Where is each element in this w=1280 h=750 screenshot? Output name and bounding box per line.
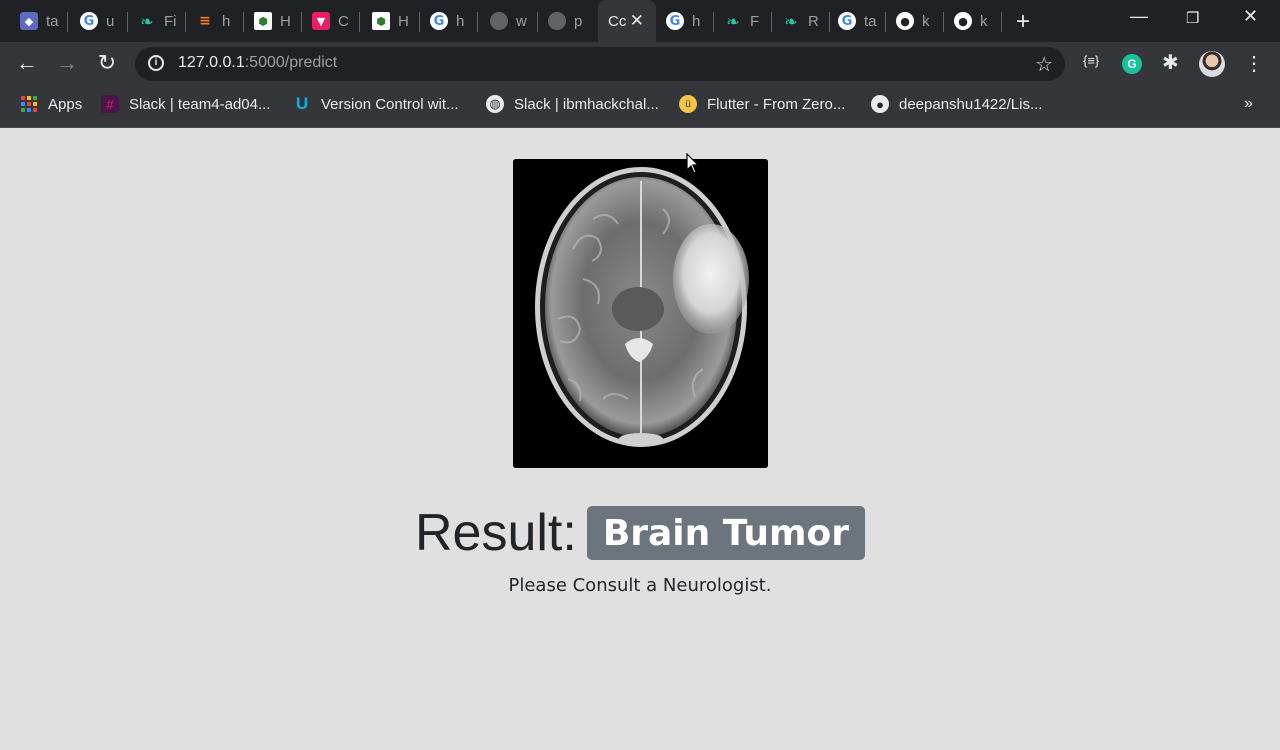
tab-title: u [106, 12, 115, 30]
tab-title: R [808, 12, 819, 30]
tab-11[interactable]: Gh [656, 0, 714, 42]
bookmark-label: Apps [48, 95, 83, 113]
google-icon: G [430, 12, 448, 30]
globe-icon [490, 12, 508, 30]
tab-title: Fi [164, 12, 177, 30]
globe-icon: ◍ [486, 95, 504, 113]
tab-3[interactable]: ≡ h [186, 0, 244, 42]
close-window-icon[interactable]: ✕ [1243, 6, 1258, 27]
json-viewer-extension-icon[interactable]: {≡} [1083, 53, 1099, 68]
bookmark-label: Flutter - From Zero... [707, 95, 846, 113]
bookmark-github-repo[interactable]: ● deepanshu1422/Lis... [871, 95, 1042, 113]
close-tab-icon[interactable]: ✕ [630, 11, 644, 31]
kebab-menu-icon[interactable]: ⋮ [1244, 51, 1264, 76]
tab-title: H [280, 12, 291, 30]
more-bookmarks-chevron-icon[interactable]: » [1244, 95, 1253, 113]
tab-15[interactable]: ● k [886, 0, 944, 42]
bookmark-star-icon[interactable]: ☆ [1035, 52, 1053, 77]
bookmark-flutter[interactable]: ü Flutter - From Zero... [679, 95, 845, 113]
bookmark-version-control[interactable]: U Version Control wit... [293, 94, 459, 113]
bookmark-apps[interactable]: Apps [20, 95, 82, 113]
new-tab-icon[interactable]: + [1016, 8, 1030, 36]
site-info-icon[interactable]: i [148, 55, 164, 71]
hackerearth-icon: ▼ [312, 12, 330, 30]
page-content: Result: Brain Tumor Please Consult a Neur… [0, 128, 1280, 750]
tab-title: w [516, 12, 527, 30]
apps-grid-icon [20, 95, 38, 113]
restore-icon[interactable]: ❐ [1186, 9, 1199, 27]
tab-2[interactable]: ❧ Fi [128, 0, 186, 42]
tab-title: p [574, 12, 583, 30]
tab-title: F [750, 12, 760, 30]
tab-title: h [456, 12, 465, 30]
bookmark-label: Slack | team4-ad04... [129, 95, 271, 113]
bookmark-label: deepanshu1422/Lis... [899, 95, 1043, 113]
result-label: Result: [414, 504, 577, 562]
tab-1[interactable]: Gu [70, 0, 128, 42]
globe-icon [548, 12, 566, 30]
hackerrank-icon: ⬢ [372, 12, 390, 30]
mri-scan-image [513, 159, 768, 468]
tab-title: C [338, 12, 349, 30]
tab-4[interactable]: ⬢ H [244, 0, 302, 42]
tab-0[interactable]: ◆ ta [10, 0, 68, 42]
tab-8[interactable]: w [480, 0, 538, 42]
tab-title: k [980, 12, 988, 30]
tab-6[interactable]: ⬢ H [362, 0, 420, 42]
tab-title: h [692, 12, 701, 30]
bookmarks-bar: Apps # Slack | team4-ad04... U Version Con… [0, 86, 1280, 128]
tab-strip: ◆ ta Gu ❧ Fi ≡ h ⬢ H ▼ C ⬢ H Gh w p Cc ✕ Gh ❧ F … [0, 0, 1280, 42]
tab-10-active[interactable]: Cc ✕ [598, 0, 656, 42]
udemy-icon: ü [679, 95, 697, 113]
tab-13[interactable]: ❧ R [772, 0, 830, 42]
leaf-icon: ❧ [140, 11, 154, 31]
mouse-cursor-icon [686, 153, 700, 174]
tab-7[interactable]: Gh [420, 0, 478, 42]
bookmark-slack-ibm[interactable]: ◍ Slack | ibmhackchal... [486, 95, 659, 113]
hackerrank-icon: ⬢ [254, 12, 272, 30]
google-icon: G [838, 12, 856, 30]
reload-icon[interactable]: ↻ [93, 50, 121, 76]
tab-12[interactable]: ❧ F [714, 0, 772, 42]
tab-16[interactable]: ● k [944, 0, 1002, 42]
tab-title: ta [46, 12, 59, 30]
grammarly-icon[interactable]: G [1122, 54, 1142, 74]
leaf-icon: ❧ [726, 11, 740, 31]
stackoverflow-icon: ≡ [199, 13, 211, 29]
tab-title: k [922, 12, 930, 30]
github-icon: ● [896, 12, 914, 30]
tab-5[interactable]: ▼ C [302, 0, 360, 42]
result-badge: Brain Tumor [586, 506, 866, 560]
github-icon: ● [871, 95, 889, 113]
tab-title: ta [864, 12, 877, 30]
result-line: Result: Brain Tumor [0, 503, 1280, 563]
bookmark-label: Slack | ibmhackchal... [514, 95, 659, 113]
tab-title: H [398, 12, 409, 30]
blue-box-icon: ◆ [20, 12, 38, 30]
back-arrow-icon[interactable]: ← [13, 50, 41, 76]
leaf-icon: ❧ [784, 11, 798, 31]
github-icon: ● [954, 12, 972, 30]
slack-icon: # [101, 95, 119, 113]
udacity-icon: U [295, 94, 309, 113]
bookmark-slack-team4[interactable]: # Slack | team4-ad04... [101, 95, 270, 113]
google-icon: G [666, 12, 684, 30]
browser-toolbar: ← → ↻ i 127.0.0.1:5000/predict ☆ {≡} G ✱… [0, 42, 1280, 86]
profile-avatar[interactable] [1199, 51, 1225, 77]
tab-14[interactable]: Gta [828, 0, 886, 42]
extensions-puzzle-icon[interactable]: ✱ [1162, 50, 1179, 75]
tab-9[interactable]: p [538, 0, 596, 42]
tab-title: Cc [608, 12, 627, 30]
bookmark-label: Version Control wit... [321, 95, 459, 113]
forward-arrow-icon[interactable]: → [53, 50, 81, 76]
address-bar[interactable]: i 127.0.0.1:5000/predict ☆ [135, 47, 1065, 81]
tab-title: h [222, 12, 231, 30]
url-text[interactable]: 127.0.0.1:5000/predict [178, 54, 337, 72]
advice-text: Please Consult a Neurologist. [508, 575, 772, 596]
google-icon: G [80, 12, 98, 30]
minimize-icon[interactable]: — [1130, 6, 1148, 27]
